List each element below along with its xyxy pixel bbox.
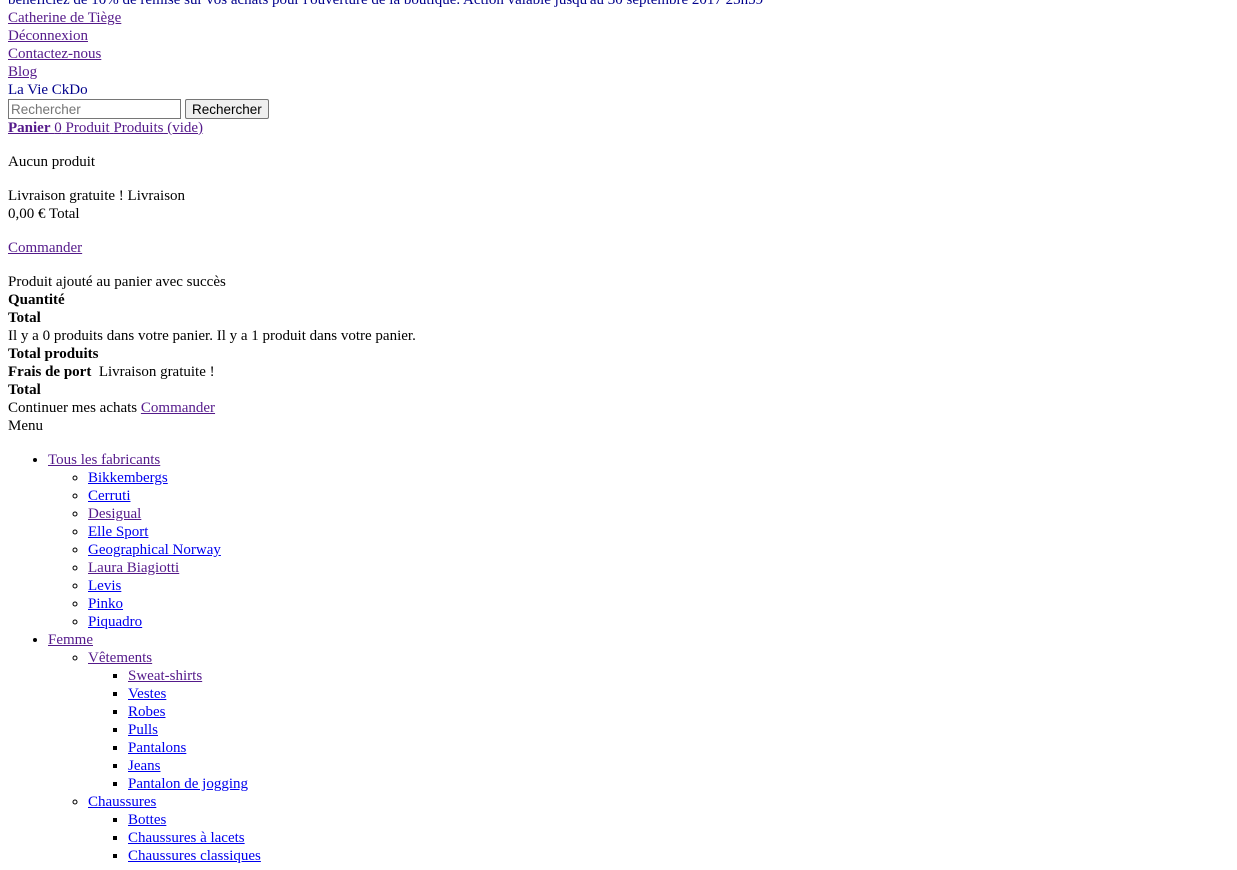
cart-total-value: 0,00 € — [8, 206, 46, 222]
submenu-item: Cerruti — [88, 487, 1229, 505]
submenu-item: Elle Sport — [88, 523, 1229, 541]
manufacturer-link-bikkembergs[interactable]: Bikkembergs — [88, 470, 168, 486]
layer-cart-checkout-link[interactable]: Commander — [141, 400, 215, 416]
category-link-sweat-shirts[interactable]: Sweat-shirts — [128, 668, 202, 684]
manufacturer-link-desigual[interactable]: Desigual — [88, 506, 141, 522]
category-item: Bottes — [128, 811, 1229, 829]
user-account-link[interactable]: Catherine de Tiège — [8, 9, 1229, 27]
cart-total-row: 0,00 € Total — [8, 205, 1229, 223]
category-item: Robes — [128, 703, 1229, 721]
search-form: Rechercher — [8, 99, 1229, 119]
category-link-robes[interactable]: Robes — [128, 704, 166, 720]
search-input[interactable] — [8, 99, 181, 119]
category-link-bottes[interactable]: Bottes — [128, 812, 166, 828]
category-item: Pantalon de jogging — [128, 775, 1229, 793]
shop-name: La Vie CkDo — [8, 82, 88, 98]
manufacturer-link-laura-biagiotti[interactable]: Laura Biagiotti — [88, 560, 179, 576]
cart-no-product: Aucun produit — [8, 154, 96, 170]
layer-cart-total-products-label: Total produits — [8, 346, 99, 362]
category-item: Pantalons — [128, 739, 1229, 757]
manufacturer-link-levis[interactable]: Levis — [88, 578, 121, 594]
category-link-pantalons[interactable]: Pantalons — [128, 740, 186, 756]
layer-cart-total-label: Total — [8, 310, 41, 326]
category-item: Sweat-shirts — [128, 667, 1229, 685]
manufacturers-submenu: Bikkembergs Cerruti Desigual Elle Sport … — [48, 469, 1229, 631]
submenu-item: Pinko — [88, 595, 1229, 613]
menu-link-manufacturers[interactable]: Tous les fabricants — [48, 452, 160, 468]
promo-banner: bénéficiez de 10% de remise sur vos acha… — [8, 0, 764, 8]
cart-total-label: Total — [48, 206, 80, 222]
layer-cart-grand-total-label: Total — [8, 382, 41, 398]
category-link-jeans[interactable]: Jeans — [128, 758, 161, 774]
category-item: Vestes — [128, 685, 1229, 703]
cart-shipping-row: Livraison gratuite ! Livraison — [8, 187, 1229, 205]
submenu-item: Bikkembergs — [88, 469, 1229, 487]
contact-link[interactable]: Contactez-nous — [8, 45, 1229, 63]
layer-cart-success: Produit ajouté au panier avec succès — [8, 274, 226, 290]
search-button[interactable]: Rechercher — [185, 99, 269, 119]
layer-cart-count-row: Il y a 0 produits dans votre panier. Il … — [8, 327, 1229, 345]
submenu-link-vetements[interactable]: Vêtements — [88, 650, 152, 666]
layer-cart-shipping-value: Livraison gratuite ! — [98, 364, 215, 380]
menu-item-femme: Femme Vêtements Sweat-shirts Vestes Robe… — [48, 631, 1229, 865]
layer-cart-actions: Continuer mes achats Commander — [8, 399, 1229, 417]
category-link-vestes[interactable]: Vestes — [128, 686, 166, 702]
submenu-item: Laura Biagiotti — [88, 559, 1229, 577]
submenu-item: Levis — [88, 577, 1229, 595]
cart-link[interactable]: Panier 0 Produit Produits (vide) — [8, 120, 203, 136]
category-link-chaussures-classiques[interactable]: Chaussures classiques — [128, 848, 261, 864]
menu-item-manufacturers: Tous les fabricants Bikkembergs Cerruti … — [48, 451, 1229, 631]
layer-cart-shipping-label: Frais de port — [8, 364, 92, 380]
cart-word-plural: Produits — [113, 120, 164, 136]
page: bénéficiez de 10% de remise sur vos acha… — [0, 0, 1237, 865]
continue-shopping-button[interactable]: Continuer mes achats — [8, 400, 137, 416]
category-item: Jeans — [128, 757, 1229, 775]
cart-empty-label: (vide) — [167, 120, 204, 136]
layer-cart-shipping-row: Frais de port Livraison gratuite ! — [8, 363, 1229, 381]
submenu-item: Desigual — [88, 505, 1229, 523]
chaussures-submenu: Bottes Chaussures à lacets Chaussures cl… — [88, 811, 1229, 865]
femme-submenu: Vêtements Sweat-shirts Vestes Robes Pull… — [48, 649, 1229, 865]
cart-label: Panier — [8, 120, 51, 136]
cart-checkout-link[interactable]: Commander — [8, 240, 82, 256]
category-link-pulls[interactable]: Pulls — [128, 722, 158, 738]
menu-link-femme[interactable]: Femme — [48, 632, 93, 648]
vetements-submenu: Sweat-shirts Vestes Robes Pulls Pantalon… — [88, 667, 1229, 793]
menu-label: Menu — [8, 418, 43, 434]
submenu-item: Geographical Norway — [88, 541, 1229, 559]
manufacturer-link-cerruti[interactable]: Cerruti — [88, 488, 131, 504]
category-link-chaussures-a-lacets[interactable]: Chaussures à lacets — [128, 830, 245, 846]
layer-cart-quantity-label: Quantité — [8, 292, 65, 308]
submenu-item-chaussures: Chaussures Bottes Chaussures à lacets Ch… — [88, 793, 1229, 865]
category-item: Chaussures à lacets — [128, 829, 1229, 847]
layer-cart-count-singular: Il y a 1 produit dans votre panier. — [216, 328, 416, 344]
logout-link[interactable]: Déconnexion — [8, 27, 1229, 45]
manufacturer-link-pinko[interactable]: Pinko — [88, 596, 123, 612]
submenu-link-chaussures[interactable]: Chaussures — [88, 794, 156, 810]
cart-count: 0 — [54, 120, 62, 136]
manufacturer-link-geographical-norway[interactable]: Geographical Norway — [88, 542, 221, 558]
cart-shipping-label: Livraison — [127, 188, 186, 204]
category-item: Pulls — [128, 721, 1229, 739]
manufacturer-link-elle-sport[interactable]: Elle Sport — [88, 524, 148, 540]
cart-shipping-value: Livraison gratuite ! — [8, 188, 124, 204]
manufacturer-link-piquadro[interactable]: Piquadro — [88, 614, 142, 630]
blog-link[interactable]: Blog — [8, 63, 1229, 81]
category-item: Chaussures classiques — [128, 847, 1229, 865]
main-menu: Tous les fabricants Bikkembergs Cerruti … — [8, 451, 1229, 865]
layer-cart-count-plural: Il y a 0 produits dans votre panier. — [8, 328, 213, 344]
submenu-item: Piquadro — [88, 613, 1229, 631]
submenu-item-vetements: Vêtements Sweat-shirts Vestes Robes Pull… — [88, 649, 1229, 793]
cart-word-singular: Produit — [65, 120, 110, 136]
category-link-pantalon-de-jogging[interactable]: Pantalon de jogging — [128, 776, 248, 792]
